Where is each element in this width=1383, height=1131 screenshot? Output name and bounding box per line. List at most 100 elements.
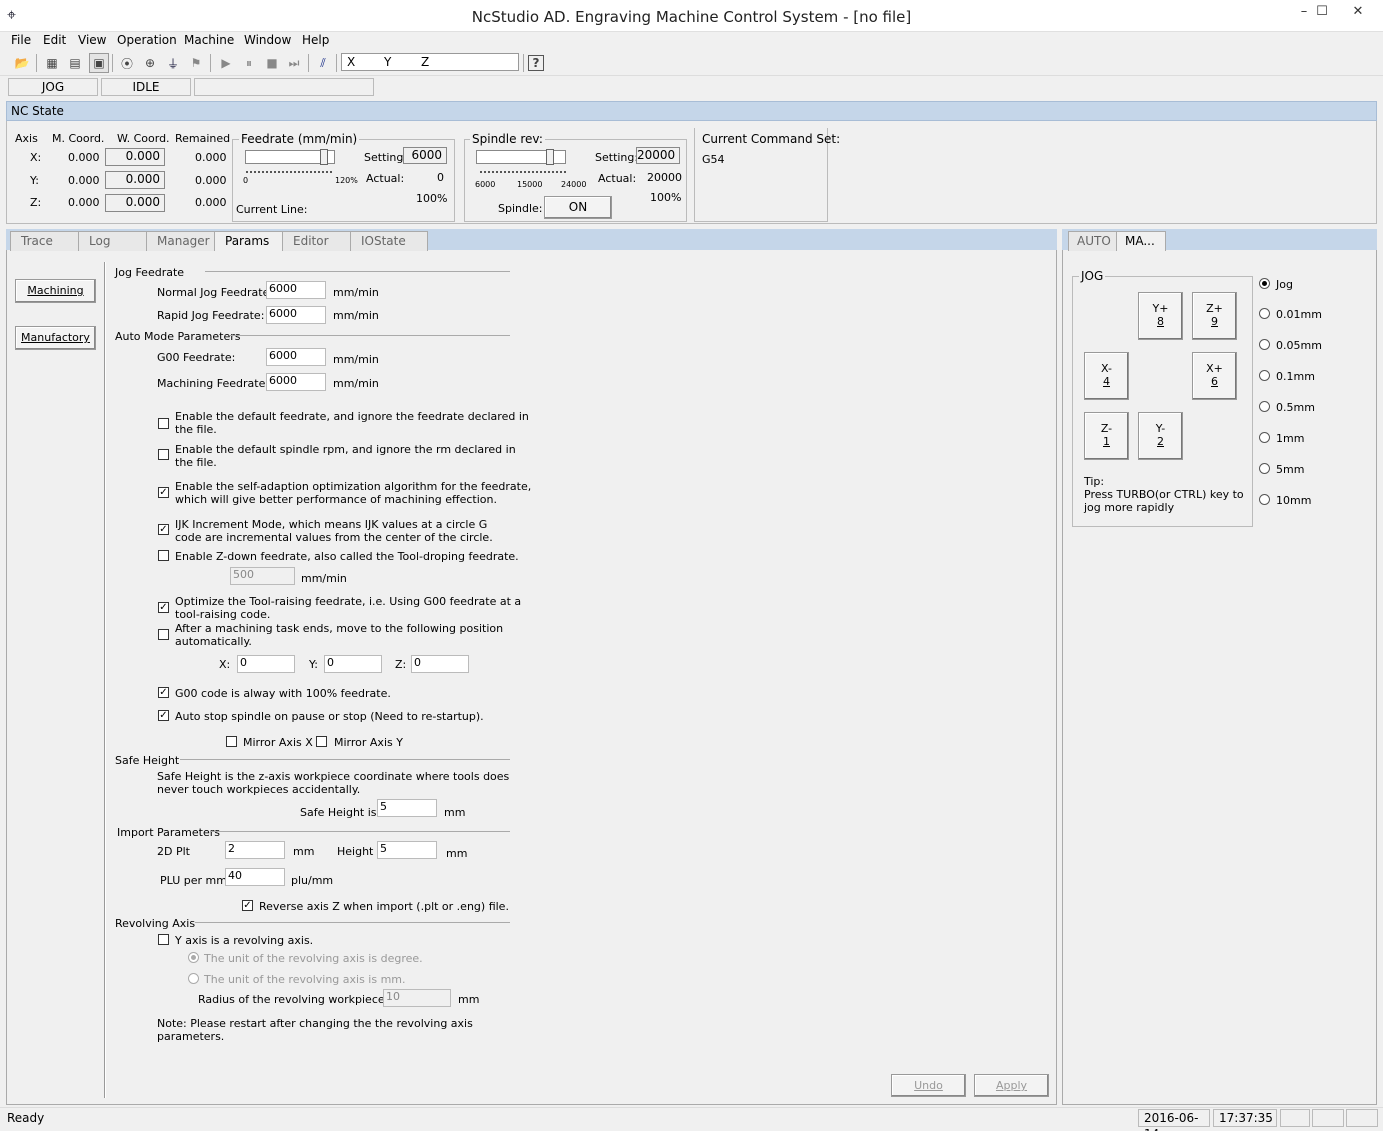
rapid-jog-input[interactable]: 6000 (266, 306, 326, 324)
self-adaption-checkbox[interactable]: ✓ (158, 487, 169, 498)
spindle-slider-thumb[interactable] (546, 149, 555, 165)
apply-button[interactable]: Apply (974, 1074, 1049, 1097)
menu-edit[interactable]: Edit (43, 33, 66, 47)
g00-100-checkbox[interactable]: ✓ (158, 687, 169, 698)
jog-x-minus-button[interactable]: X- 4 (1084, 352, 1129, 400)
jog-y-minus-button[interactable]: Y- 2 (1138, 412, 1183, 460)
reverse-z-checkbox[interactable]: ✓ (242, 900, 253, 911)
pos-y-input[interactable]: 0 (324, 655, 382, 673)
step-0-01-radio[interactable] (1259, 308, 1270, 319)
machining-button[interactable]: Machining (15, 279, 96, 303)
status-cell-2 (1312, 1109, 1344, 1127)
reset-icon[interactable]: ⫽ (313, 53, 333, 73)
menu-machine[interactable]: Machine (184, 33, 234, 47)
step-jog-radio[interactable] (1259, 278, 1270, 289)
machining-feed-input[interactable]: 6000 (266, 373, 326, 391)
pos-x-label: X: (219, 658, 231, 671)
step-0-5-radio[interactable] (1259, 401, 1270, 412)
mirror-x-checkbox[interactable] (226, 736, 237, 747)
plu-input[interactable]: 40 (225, 868, 285, 886)
x-w-coord[interactable]: 0.000 (105, 148, 165, 166)
y-revolving-checkbox[interactable] (158, 934, 169, 945)
simulate-icon[interactable]: ▦ (42, 53, 62, 73)
undo-button[interactable]: Undo (891, 1074, 966, 1097)
normal-jog-input[interactable]: 6000 (266, 281, 326, 299)
unit-degree-label: The unit of the revolving axis is degree… (204, 952, 423, 965)
close-icon[interactable]: ✕ (1344, 4, 1372, 22)
menu-file[interactable]: File (11, 33, 31, 47)
move-after-task-text-2: automatically. (175, 635, 252, 648)
spindle-title: Spindle rev: (470, 132, 545, 146)
pause-icon[interactable]: ⏸ (239, 53, 259, 73)
mirror-y-checkbox[interactable] (316, 736, 327, 747)
jog-z-plus-button[interactable]: Z+ 9 (1192, 292, 1237, 340)
spindle-percent: 100% (650, 191, 682, 204)
plt-input[interactable]: 2 (225, 841, 285, 859)
menu-help[interactable]: Help (302, 33, 329, 47)
xyz-coordinate-box[interactable]: X Y Z (341, 53, 519, 71)
ijk-increment-checkbox[interactable]: ✓ (158, 524, 169, 535)
tab-editor[interactable]: Editor (282, 231, 352, 251)
menu-view[interactable]: View (78, 33, 106, 47)
g00-unit: mm/min (333, 353, 379, 366)
z-w-coord[interactable]: 0.000 (105, 194, 165, 212)
move-after-task-checkbox[interactable] (158, 629, 169, 640)
jog-x-plus-button[interactable]: X+ 6 (1192, 352, 1237, 400)
tab-log[interactable]: Log (78, 231, 148, 251)
stop-icon[interactable]: ■ (262, 53, 282, 73)
pos-x-input[interactable]: 0 (237, 655, 295, 673)
jog-x-minus-label: X- (1101, 362, 1112, 375)
step-icon[interactable]: ⏭ (284, 53, 304, 73)
home-axis-icon[interactable]: ⊕ (140, 53, 160, 73)
jog-y-plus-button[interactable]: Y+ 8 (1138, 292, 1183, 340)
open-folder-icon[interactable]: 📂 (12, 53, 32, 73)
z-down-checkbox[interactable] (158, 550, 169, 561)
go-origin-icon[interactable]: ⚑ (186, 53, 206, 73)
help-icon[interactable]: ? (528, 55, 544, 71)
tab-manager[interactable]: Manager (146, 231, 216, 251)
default-spindle-checkbox[interactable] (158, 449, 169, 460)
tool-raising-checkbox[interactable]: ✓ (158, 602, 169, 613)
default-feedrate-checkbox[interactable] (158, 418, 169, 429)
menu-window[interactable]: Window (244, 33, 291, 47)
tab-iostate[interactable]: IOState (350, 231, 428, 251)
feedrate-setting[interactable]: 6000 (403, 147, 447, 164)
height-input[interactable]: 5 (377, 841, 437, 859)
feedrate-actual: 0 (437, 171, 444, 184)
track-view-icon[interactable]: ▣ (89, 53, 109, 73)
jog-y-minus-label: Y- (1155, 422, 1166, 435)
tool-measure-icon[interactable]: ⏚ (163, 53, 183, 73)
tab-params[interactable]: Params (214, 231, 284, 251)
tab-manual[interactable]: MA... (1116, 231, 1166, 251)
jog-tip-3: jog more rapidly (1084, 501, 1175, 514)
step-0-05-radio[interactable] (1259, 339, 1270, 350)
tab-trace[interactable]: Trace (10, 231, 80, 251)
g00-input[interactable]: 6000 (266, 348, 326, 366)
import-title: Import Parameters (117, 826, 220, 839)
start-icon[interactable]: ▶ (216, 53, 236, 73)
manufactory-button[interactable]: Manufactory (15, 326, 96, 350)
pos-z-input[interactable]: 0 (411, 655, 469, 673)
feedrate-slider-thumb[interactable] (319, 149, 328, 165)
safe-height-input[interactable]: 5 (377, 799, 437, 817)
step-10-radio[interactable] (1259, 494, 1270, 505)
spindle-on-button[interactable]: ON (544, 196, 612, 219)
remained-header: Remained (175, 132, 231, 145)
unit-degree-radio[interactable] (188, 952, 199, 963)
step-5-radio[interactable] (1259, 463, 1270, 474)
step-1-radio[interactable] (1259, 432, 1270, 443)
radius-input[interactable]: 10 (383, 989, 451, 1007)
home-all-icon[interactable]: ⦿ (117, 53, 137, 73)
spindle-setting[interactable]: 20000 (636, 147, 680, 164)
status-cell-1 (1280, 1109, 1310, 1127)
jog-z-minus-button[interactable]: Z- 1 (1084, 412, 1129, 460)
step-0-1-radio[interactable] (1259, 370, 1270, 381)
maximize-icon[interactable]: ☐ (1308, 4, 1336, 22)
z-down-input[interactable]: 500 (230, 567, 295, 585)
tab-auto[interactable]: AUTO (1068, 231, 1118, 251)
y-w-coord[interactable]: 0.000 (105, 171, 165, 189)
auto-stop-spindle-checkbox[interactable]: ✓ (158, 710, 169, 721)
menu-operation[interactable]: Operation (117, 33, 177, 47)
unit-mm-radio[interactable] (188, 973, 199, 984)
file-view-icon[interactable]: ▤ (65, 53, 85, 73)
